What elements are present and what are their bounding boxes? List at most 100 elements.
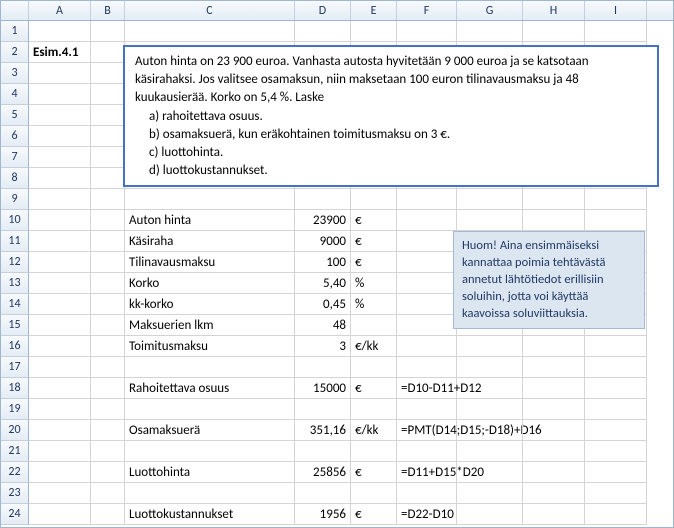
cell-D17[interactable] [295,357,351,378]
cell-D13[interactable]: 5,40 [295,273,351,294]
cell-E15[interactable] [351,315,397,336]
cell-H9[interactable] [523,189,585,210]
column-header-C[interactable]: C [125,1,295,20]
row-header-23[interactable]: 23 [1,483,29,504]
cell-F19[interactable] [397,399,457,420]
cell-C14[interactable]: kk-korko [125,294,295,315]
cell-D24[interactable]: 1956 [295,504,351,525]
cell-D16[interactable]: 3 [295,336,351,357]
row-header-19[interactable]: 19 [1,399,29,420]
cell-G17[interactable] [457,357,523,378]
cell-H17[interactable] [523,357,585,378]
cell-E1[interactable] [351,21,397,42]
cell-A6[interactable] [29,126,91,147]
cell-A9[interactable] [29,189,91,210]
cell-B22[interactable] [91,462,125,483]
cell-B19[interactable] [91,399,125,420]
cell-H18[interactable] [523,378,585,399]
cell-B17[interactable] [91,357,125,378]
cell-B20[interactable] [91,420,125,441]
cell-E21[interactable] [351,441,397,462]
cell-B7[interactable] [91,147,125,168]
cell-D18[interactable]: 15000 [295,378,351,399]
row-header-1[interactable]: 1 [1,21,29,42]
cell-I19[interactable] [585,399,647,420]
cell-I23[interactable] [585,483,647,504]
cell-A17[interactable] [29,357,91,378]
cell-D10[interactable]: 23900 [295,210,351,231]
cell-F17[interactable] [397,357,457,378]
cell-F16[interactable] [397,336,457,357]
column-header-A[interactable]: A [29,1,91,20]
cell-E18[interactable]: € [351,378,397,399]
row-header-22[interactable]: 22 [1,462,29,483]
row-header-10[interactable]: 10 [1,210,29,231]
cell-C1[interactable] [125,21,295,42]
cell-C16[interactable]: Toimitusmaksu [125,336,295,357]
cell-D23[interactable] [295,483,351,504]
cell-E9[interactable] [351,189,397,210]
cell-E11[interactable]: € [351,231,397,252]
cell-F23[interactable] [397,483,457,504]
cell-C17[interactable] [125,357,295,378]
cell-E16[interactable]: €/kk [351,336,397,357]
cell-A18[interactable] [29,378,91,399]
row-header-14[interactable]: 14 [1,294,29,315]
cell-B21[interactable] [91,441,125,462]
cell-B3[interactable] [91,63,125,84]
cell-H23[interactable] [523,483,585,504]
cell-B1[interactable] [91,21,125,42]
cell-I21[interactable] [585,441,647,462]
cell-G19[interactable] [457,399,523,420]
cell-C9[interactable] [125,189,295,210]
cell-D21[interactable] [295,441,351,462]
cell-I20[interactable] [585,420,647,441]
row-header-3[interactable]: 3 [1,63,29,84]
row-header-11[interactable]: 11 [1,231,29,252]
row-header-16[interactable]: 16 [1,336,29,357]
row-header-21[interactable]: 21 [1,441,29,462]
cell-D15[interactable]: 48 [295,315,351,336]
cell-B14[interactable] [91,294,125,315]
cell-B5[interactable] [91,105,125,126]
cell-E13[interactable]: % [351,273,397,294]
cell-G22[interactable] [457,462,523,483]
cell-I16[interactable] [585,336,647,357]
cell-C18[interactable]: Rahoitettava osuus [125,378,295,399]
cell-B2[interactable] [91,42,125,63]
cell-E23[interactable] [351,483,397,504]
column-header-F[interactable]: F [397,1,457,20]
row-header-17[interactable]: 17 [1,357,29,378]
cell-H24[interactable] [523,504,585,525]
cell-A12[interactable] [29,252,91,273]
cell-C10[interactable]: Auton hinta [125,210,295,231]
cell-A8[interactable] [29,168,91,189]
cell-A1[interactable] [29,21,91,42]
cell-B11[interactable] [91,231,125,252]
cell-E12[interactable]: € [351,252,397,273]
cell-D1[interactable] [295,21,351,42]
cell-C22[interactable]: Luottohinta [125,462,295,483]
cell-B10[interactable] [91,210,125,231]
cell-G9[interactable] [457,189,523,210]
cell-F9[interactable] [397,189,457,210]
cell-A11[interactable] [29,231,91,252]
cell-G16[interactable] [457,336,523,357]
cell-D11[interactable]: 9000 [295,231,351,252]
cell-E10[interactable]: € [351,210,397,231]
cell-C21[interactable] [125,441,295,462]
cell-F14[interactable] [397,294,457,315]
cell-D19[interactable] [295,399,351,420]
cell-A21[interactable] [29,441,91,462]
cell-A19[interactable] [29,399,91,420]
cell-C15[interactable]: Maksuerien lkm [125,315,295,336]
column-header-D[interactable]: D [295,1,351,20]
cell-A15[interactable] [29,315,91,336]
row-header-5[interactable]: 5 [1,105,29,126]
cell-H16[interactable] [523,336,585,357]
row-header-6[interactable]: 6 [1,126,29,147]
cell-I18[interactable] [585,378,647,399]
cell-F12[interactable] [397,252,457,273]
cell-D9[interactable] [295,189,351,210]
row-header-24[interactable]: 24 [1,504,29,525]
